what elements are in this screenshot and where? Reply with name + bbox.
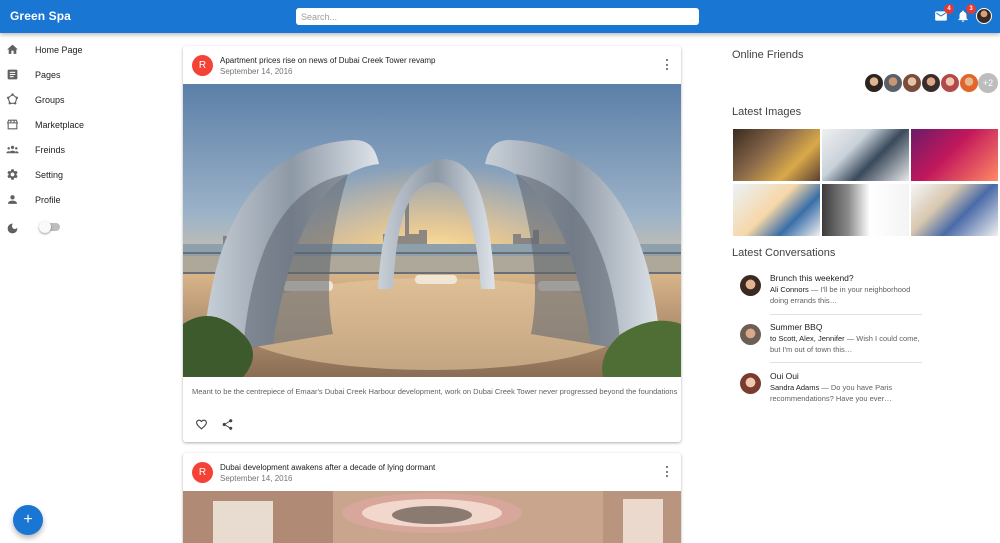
- online-friends-heading: Online Friends: [732, 49, 804, 61]
- dark-mode-toggle[interactable]: [39, 221, 60, 233]
- latest-images-heading: Latest Images: [732, 106, 802, 118]
- post-date: September 14, 2016: [220, 67, 293, 76]
- friend-avatar[interactable]: [883, 73, 903, 93]
- like-button[interactable]: [195, 418, 209, 432]
- groups-icon: [6, 93, 19, 106]
- sidebar-item-label: Profile: [35, 194, 61, 205]
- post-title: Apartment prices rise on news of Dubai C…: [220, 56, 436, 65]
- divider: [770, 362, 922, 363]
- conversation-sender: Sandra Adams: [770, 383, 820, 392]
- sidebar-item-setting[interactable]: Setting: [0, 162, 170, 187]
- more-options-button[interactable]: [662, 58, 672, 72]
- post-date: September 14, 2016: [220, 474, 293, 483]
- friend-avatar[interactable]: [940, 73, 960, 93]
- sidebar-item-freinds[interactable]: Freinds: [0, 137, 170, 162]
- add-post-button[interactable]: +: [13, 505, 43, 535]
- conversation-title: Brunch this weekend?: [770, 273, 854, 283]
- sidebar-item-pages[interactable]: Pages: [0, 62, 170, 87]
- conversation-title: Oui Oui: [770, 371, 799, 381]
- friend-avatar[interactable]: [921, 73, 941, 93]
- latest-image-thumbnail[interactable]: [822, 129, 909, 181]
- sidebar-item-label: Marketplace: [35, 119, 85, 130]
- sidebar-item-label: Freinds: [35, 144, 66, 155]
- friend-avatar[interactable]: [959, 73, 979, 93]
- conversation-item[interactable]: Oui Oui Sandra Adams — Do you have Paris…: [740, 371, 922, 419]
- people-icon: [6, 143, 19, 156]
- sidebar-item-home-page[interactable]: Home Page: [0, 37, 170, 62]
- latest-image-thumbnail[interactable]: [911, 129, 998, 181]
- post-title: Dubai development awakens after a decade…: [220, 463, 436, 472]
- friend-avatar[interactable]: [864, 73, 884, 93]
- app-brand[interactable]: Green Spa: [10, 9, 71, 23]
- search-input[interactable]: [296, 8, 699, 25]
- conversation-avatar: [740, 275, 761, 296]
- conversation-preview: Ali Connors — I'll be in your neighborho…: [770, 285, 922, 306]
- article-icon: [6, 68, 19, 81]
- more-options-button[interactable]: [662, 465, 672, 479]
- divider: [770, 314, 922, 315]
- latest-image-thumbnail[interactable]: [911, 184, 998, 236]
- conversation-sender: to Scott, Alex, Jennifer: [770, 334, 845, 343]
- latest-image-thumbnail[interactable]: [733, 129, 820, 181]
- conversation-preview: Sandra Adams — Do you have Paris recomme…: [770, 383, 922, 404]
- sidebar-item-label: Groups: [35, 94, 65, 105]
- home-icon: [6, 43, 19, 56]
- sidebar-item-label: Pages: [35, 69, 61, 80]
- heart-icon: [196, 419, 207, 430]
- more-friends-button[interactable]: +2: [978, 73, 998, 93]
- storefront-icon: [6, 118, 19, 131]
- sidebar-item-profile[interactable]: Profile: [0, 187, 170, 212]
- conversation-title: Summer BBQ: [770, 322, 823, 332]
- top-app-bar: Green Spa 4 3: [0, 0, 1000, 33]
- conversation-avatar: [740, 324, 761, 345]
- toggle-knob: [39, 221, 51, 233]
- mail-badge: 4: [944, 4, 954, 14]
- sidebar-item-marketplace[interactable]: Marketplace: [0, 112, 170, 137]
- person-icon: [6, 193, 19, 206]
- mail-button[interactable]: 4: [934, 4, 954, 23]
- notifications-button[interactable]: 3: [956, 4, 976, 23]
- friend-avatar[interactable]: [902, 73, 922, 93]
- conversation-preview: to Scott, Alex, Jennifer — Wish I could …: [770, 334, 922, 355]
- sidebar-item-label: Setting: [35, 169, 64, 180]
- post-image[interactable]: [183, 491, 681, 543]
- latest-image-thumbnail[interactable]: [733, 184, 820, 236]
- gear-icon: [6, 168, 19, 181]
- post-text: Meant to be the centrepiece of Emaar's D…: [192, 387, 678, 396]
- share-button[interactable]: [221, 418, 235, 432]
- post-avatar[interactable]: R: [192, 462, 213, 483]
- post-card: R Apartment prices rise on news of Dubai…: [183, 46, 681, 442]
- sidebar-item-label: Home Page: [35, 44, 83, 55]
- sidebar-item-groups[interactable]: Groups: [0, 87, 170, 112]
- notifications-badge: 3: [966, 4, 976, 14]
- latest-conversations-heading: Latest Conversations: [732, 247, 836, 259]
- account-avatar[interactable]: [976, 8, 992, 24]
- share-icon: [222, 419, 233, 430]
- latest-image-thumbnail[interactable]: [822, 184, 909, 236]
- post-image[interactable]: [183, 84, 681, 377]
- conversation-avatar: [740, 373, 761, 394]
- post-card: R Dubai development awakens after a deca…: [183, 453, 681, 543]
- sidebar: Home Page Pages Groups Marketplace Frein…: [0, 33, 170, 543]
- post-avatar[interactable]: R: [192, 55, 213, 76]
- moon-icon: [6, 222, 19, 235]
- conversation-sender: Ali Connors: [770, 285, 809, 294]
